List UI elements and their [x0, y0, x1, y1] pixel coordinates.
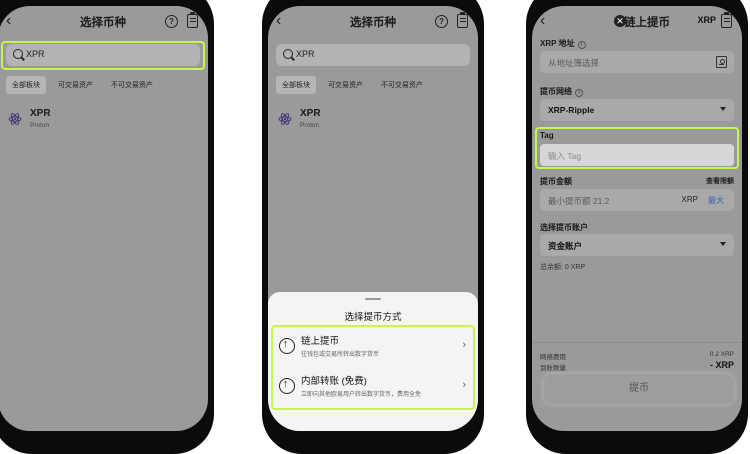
search-highlight	[1, 41, 205, 70]
amount-placeholder: 最小提币额 21.2	[548, 196, 610, 206]
chevron-down-icon	[720, 107, 726, 111]
amount-label: 提币金额	[540, 177, 572, 186]
chevron-down-icon	[720, 242, 726, 246]
sheet-handle[interactable]	[365, 298, 381, 300]
network-label: 提币网络 i	[540, 86, 583, 97]
header: ‹ 选择币种 ?	[0, 6, 208, 40]
info-icon: i	[577, 41, 586, 49]
screen: ‹ ✕ 链上提币 XRP XRP 地址 i 从地址簿选择 提币网络 i XRP-Ri…	[532, 6, 742, 431]
balance-text: 总余额: 0 XRP	[540, 264, 586, 271]
tab-tradable[interactable]: 可交易资产	[322, 76, 369, 94]
options-highlight	[271, 325, 475, 410]
atom-icon	[8, 113, 22, 125]
tab-tradable[interactable]: 可交易资产	[52, 76, 99, 94]
divider	[532, 342, 742, 343]
view-limit-link[interactable]: 查看限额	[706, 176, 734, 186]
bottom-sheet: 选择提币方式 链上提币 往钱包或交易所转出数字货币 › 内部转账 (免费) 立即…	[268, 292, 478, 431]
clipboard-icon[interactable]	[187, 12, 198, 28]
tab-all[interactable]: 全部板块	[6, 76, 46, 94]
tab-non-tradable[interactable]: 不可交易资产	[105, 76, 159, 94]
network-value: XRP-Ripple	[548, 105, 595, 115]
receive-value: - XRP	[709, 360, 734, 370]
currency-label: XRP	[697, 15, 716, 25]
sheet-title: 选择提币方式	[344, 312, 402, 323]
network-select[interactable]: XRP-Ripple	[540, 99, 734, 121]
search-icon	[283, 49, 293, 59]
filter-tabs: 全部板块 可交易资产 不可交易资产	[276, 76, 433, 94]
address-input[interactable]: 从地址簿选择	[540, 51, 734, 73]
phone-frame-onchain-withdraw: ‹ ✕ 链上提币 XRP XRP 地址 i 从地址簿选择 提币网络 i XRP-Ri…	[526, 0, 748, 454]
address-label: XRP 地址 i	[540, 38, 586, 49]
clipboard-icon[interactable]	[457, 12, 468, 28]
filter-tabs: 全部板块 可交易资产 不可交易资产	[6, 76, 163, 94]
address-book-icon[interactable]	[716, 56, 727, 68]
account-select[interactable]: 资金账户	[540, 234, 734, 256]
coin-name: XPR	[30, 108, 51, 119]
info-icon: i	[575, 89, 583, 97]
max-button[interactable]: 最大	[708, 195, 724, 206]
help-icon[interactable]: ?	[435, 15, 448, 28]
screen: ‹ 选择币种 ? XPR 全部板块 可交易资产 不可交易资产 XPR Proto…	[268, 6, 478, 431]
fee-label: 网络费用	[540, 354, 566, 361]
tag-highlight	[535, 127, 739, 169]
receive-label: 到账数量	[540, 365, 566, 372]
amount-input[interactable]: 最小提币额 21.2 XRP 最大	[540, 189, 734, 211]
clipboard-icon[interactable]	[721, 12, 732, 28]
phone-frame-withdraw-method: ‹ 选择币种 ? XPR 全部板块 可交易资产 不可交易资产 XPR Proto…	[262, 0, 484, 454]
submit-withdraw-button[interactable]: 提币	[544, 374, 734, 404]
account-label: 选择提币账户	[540, 223, 588, 232]
screen: ‹ 选择币种 ? XPR 全部板块 可交易资产 不可交易资产 XPR Proto…	[0, 6, 208, 431]
coin-subtitle: Proton	[30, 122, 50, 129]
back-arrow-icon[interactable]: ‹	[540, 12, 545, 30]
phone-frame-select-currency: ‹ 选择币种 ? XPR 全部板块 可交易资产 不可交易资产 XPR Proto…	[0, 0, 214, 454]
tab-all[interactable]: 全部板块	[276, 76, 316, 94]
search-value: XPR	[296, 49, 315, 59]
account-value: 资金账户	[548, 241, 583, 251]
coin-name: XPR	[300, 108, 321, 119]
amount-unit: XRP	[681, 195, 698, 204]
header: ‹ ✕ 链上提币 XRP	[532, 6, 742, 40]
header: ‹ 选择币种 ?	[268, 6, 478, 40]
atom-icon	[278, 113, 292, 125]
tab-non-tradable[interactable]: 不可交易资产	[375, 76, 429, 94]
search-input[interactable]: XPR	[276, 44, 470, 66]
coin-subtitle: Proton	[300, 122, 320, 129]
fee-value: 0.2 XRP	[709, 351, 734, 358]
address-placeholder: 从地址簿选择	[548, 58, 600, 68]
help-icon[interactable]: ?	[165, 15, 178, 28]
